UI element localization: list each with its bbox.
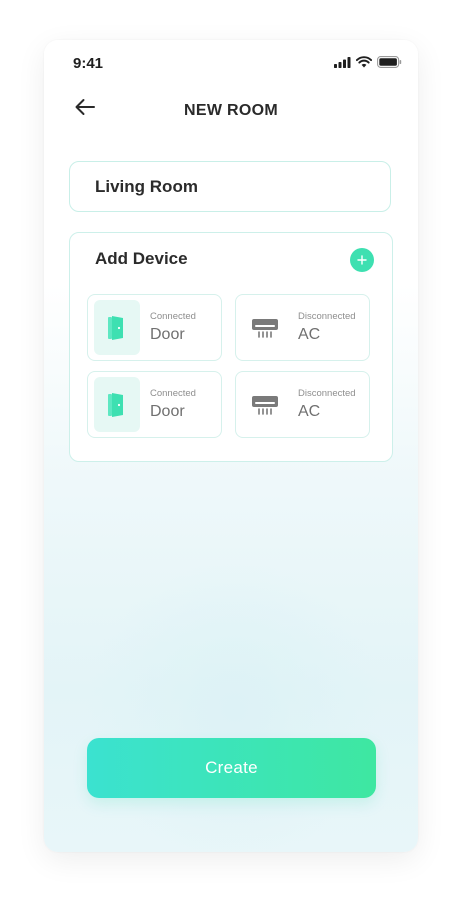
device-card-ac[interactable]: Disconnected AC (235, 294, 370, 361)
device-status: Connected (150, 388, 196, 399)
device-icon-box (242, 377, 288, 432)
device-name: AC (298, 403, 321, 420)
device-name: Door (150, 403, 185, 420)
device-icon-box (94, 377, 140, 432)
status-icons (334, 56, 402, 68)
room-name-input[interactable] (69, 161, 391, 212)
phone-screen: 9:41 NEW ROOM Living Room Add Device Con… (44, 40, 418, 852)
device-icon-box (242, 300, 288, 355)
device-icon-box (94, 300, 140, 355)
door-icon (108, 315, 123, 340)
create-button[interactable]: Create (87, 738, 376, 798)
device-status: Connected (150, 311, 196, 322)
signal-icon (334, 56, 351, 68)
device-status: Disconnected (298, 388, 356, 399)
background-glow (84, 560, 384, 852)
wifi-icon (356, 56, 372, 68)
door-icon (108, 392, 123, 417)
plus-icon (357, 255, 367, 265)
device-name: Door (150, 326, 185, 343)
air-conditioner-icon (252, 395, 278, 415)
header: NEW ROOM (44, 88, 418, 138)
add-device-button[interactable] (350, 248, 374, 272)
device-card-ac[interactable]: Disconnected AC (235, 371, 370, 438)
status-time: 9:41 (73, 55, 104, 72)
status-bar: 9:41 (44, 40, 418, 88)
add-device-title: Add Device (95, 249, 188, 268)
device-card-door[interactable]: Connected Door (87, 371, 222, 438)
battery-icon (377, 56, 402, 68)
device-card-door[interactable]: Connected Door (87, 294, 222, 361)
add-device-panel: Add Device Connected Door Disconnected A… (69, 232, 393, 462)
device-status: Disconnected (298, 311, 356, 322)
air-conditioner-icon (252, 318, 278, 338)
page-title: NEW ROOM (184, 102, 278, 119)
device-name: AC (298, 326, 321, 343)
